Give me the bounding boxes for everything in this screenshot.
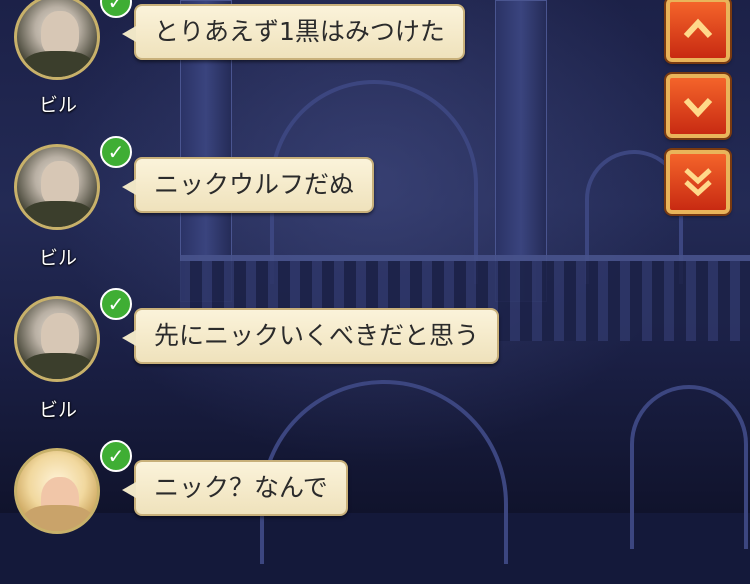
chevron-down-icon [683,97,713,118]
message-bubble: ニックウルフだぬ [121,157,375,213]
speaker-avatar[interactable] [14,0,100,80]
chat-message: ✓ ビル とりあえず1黒はみつけた [0,0,560,126]
scroll-to-bottom-button[interactable] [666,150,730,214]
double-chevron-down-icon [684,168,712,197]
chevron-up-icon [683,18,713,39]
scroll-down-button[interactable] [666,74,730,138]
message-bubble: ニック？なんで [122,460,348,516]
speaker-name: ビル [38,94,77,116]
speaker-avatar[interactable] [14,296,100,382]
check-icon: ✓ [100,440,132,472]
scroll-up-button[interactable] [666,0,730,62]
speaker-avatar[interactable] [14,144,100,230]
speaker-name: ビル [38,247,77,269]
check-icon: ✓ [100,0,132,18]
background-arch [630,385,748,549]
chat-message: ✓ ニック？なんで [0,440,560,584]
message-bubble: とりあえず1黒はみつけた [122,4,465,60]
check-icon: ✓ [100,288,132,320]
speaker-avatar[interactable] [14,448,100,534]
chat-message: ✓ ビル ニックウルフだぬ [0,136,560,280]
message-bubble: 先にニックいくべきだと思う [121,308,500,364]
speaker-name: ビル [38,399,77,421]
chat-message: ✓ ビル 先にニックいくべきだと思う [0,288,560,432]
check-icon: ✓ [100,136,132,168]
